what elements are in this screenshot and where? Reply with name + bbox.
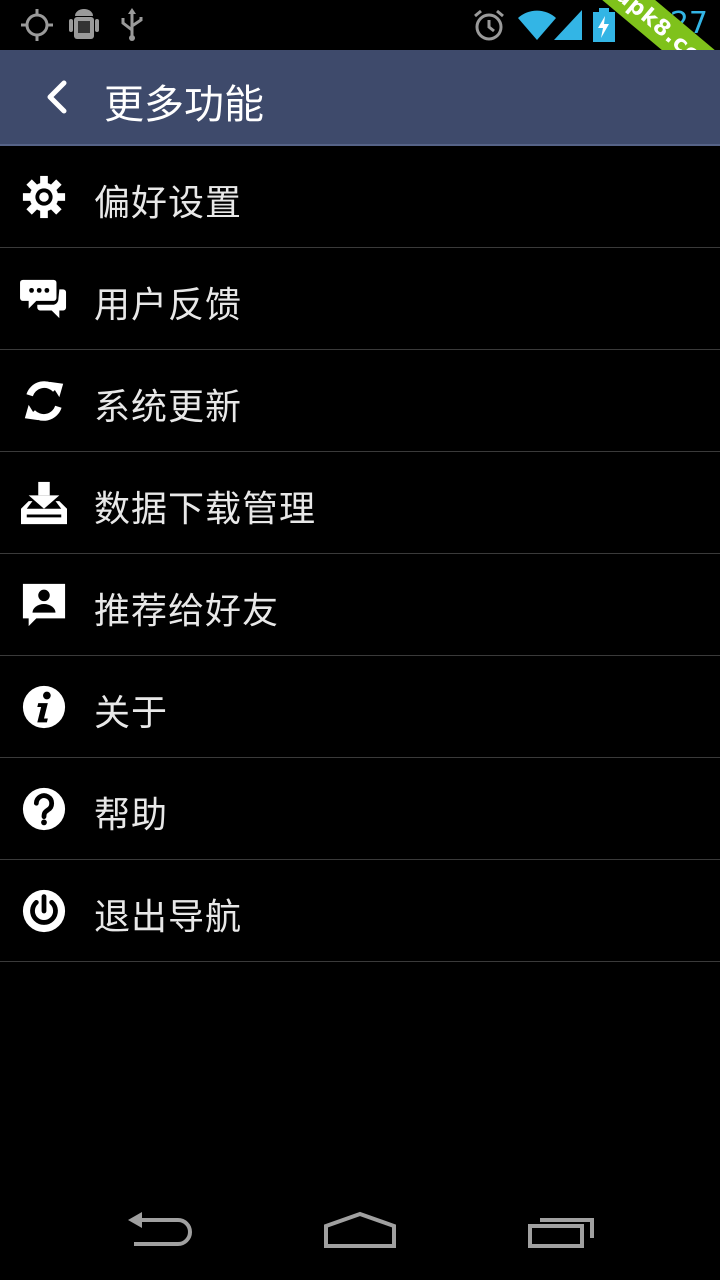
menu-item-exit[interactable]: 退出导航 xyxy=(0,860,720,962)
recent-apps-icon[interactable] xyxy=(526,1210,600,1250)
back-chevron-icon[interactable] xyxy=(36,75,80,119)
gear-icon xyxy=(22,175,66,219)
menu-item-label: 退出导航 xyxy=(94,897,243,938)
chat-icon xyxy=(20,279,67,319)
wifi-icon xyxy=(518,10,556,40)
download-icon xyxy=(21,481,67,525)
help-icon xyxy=(22,787,66,831)
action-bar: 更多功能 xyxy=(0,50,720,146)
menu-item-recommend[interactable]: 推荐给好友 xyxy=(0,554,720,656)
contact-share-icon xyxy=(22,583,66,627)
menu-item-label: 推荐给好友 xyxy=(94,591,280,632)
menu-item-label: 数据下载管理 xyxy=(94,489,317,530)
battery-icon xyxy=(593,8,615,42)
menu-item-about[interactable]: 关于 xyxy=(0,656,720,758)
menu-item-preferences[interactable]: 偏好设置 xyxy=(0,146,720,248)
android-debug-icon xyxy=(69,9,99,39)
usb-icon xyxy=(121,8,143,41)
home-nav-icon[interactable] xyxy=(322,1210,398,1250)
menu-item-data-download[interactable]: 数据下载管理 xyxy=(0,452,720,554)
alarm-icon xyxy=(474,9,504,41)
menu-item-help[interactable]: 帮助 xyxy=(0,758,720,860)
menu-list: 偏好设置 用户反馈 系统更新 数据下载管理 推荐给好友 关于 帮助 退出导航 xyxy=(0,146,720,962)
page-title: 更多功能 xyxy=(104,82,264,128)
back-nav-icon[interactable] xyxy=(124,1210,196,1250)
menu-item-feedback[interactable]: 用户反馈 xyxy=(0,248,720,350)
menu-item-label: 关于 xyxy=(94,693,169,734)
menu-item-label: 偏好设置 xyxy=(94,183,243,224)
menu-item-label: 帮助 xyxy=(94,795,169,836)
power-icon xyxy=(22,889,66,933)
refresh-icon xyxy=(24,381,64,421)
navigation-bar xyxy=(0,1188,720,1280)
menu-item-label: 用户反馈 xyxy=(94,285,243,326)
info-icon xyxy=(22,685,66,729)
signal-icon xyxy=(554,10,582,40)
gps-icon xyxy=(21,9,53,41)
menu-item-label: 系统更新 xyxy=(94,387,243,428)
menu-item-system-update[interactable]: 系统更新 xyxy=(0,350,720,452)
